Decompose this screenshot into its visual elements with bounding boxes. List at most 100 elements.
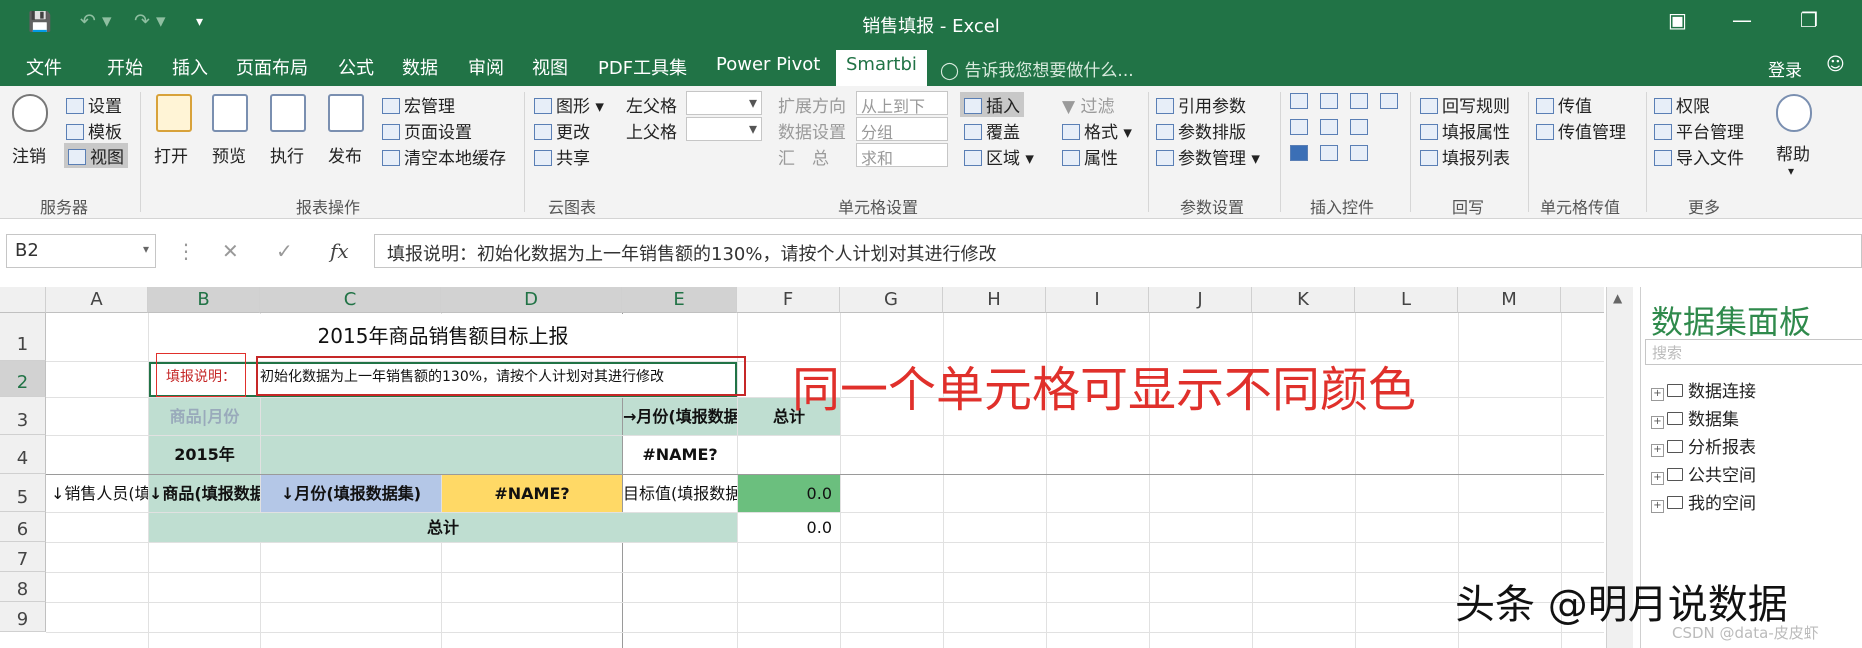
view-button[interactable]: 视图 [64,143,128,168]
column-header-l[interactable]: L [1355,287,1458,313]
insert-function-icon[interactable]: fx [330,239,349,263]
page-setup-button[interactable]: 页面设置 [382,118,472,143]
expand-icon[interactable]: + [1651,388,1664,401]
grand-total-label[interactable]: 总计 [149,513,737,542]
control-calendar-icon[interactable] [1350,92,1372,112]
template-button[interactable]: 模板 [66,118,122,143]
top-parent-select[interactable]: ▾ [686,117,762,141]
cover-mode-button[interactable]: 覆盖 [964,118,1020,143]
expand-icon[interactable]: + [1651,472,1664,485]
column-header-g[interactable]: G [840,287,943,313]
platform-manage-button[interactable]: 平台管理 [1654,118,1744,143]
row-header-7[interactable]: 7 [0,542,46,572]
property-button[interactable]: 属性 [1062,144,1118,169]
select-all-corner[interactable] [0,287,46,313]
permission-button[interactable]: 权限 [1654,92,1710,117]
chevron-down-icon[interactable]: ▾ [143,242,149,256]
tab-review[interactable]: 审阅 [468,54,504,80]
expand-icon[interactable]: + [1651,500,1664,513]
expand-icon[interactable]: + [1651,444,1664,457]
header-product-month[interactable]: 商品|月份 [149,398,260,435]
chevron-down-icon[interactable]: ▾ [1788,164,1794,178]
control-textbox-icon[interactable] [1290,92,1312,112]
filter-button[interactable]: ▼ 过滤 [1062,92,1114,117]
control-list-icon[interactable] [1380,92,1402,112]
tab-view[interactable]: 视图 [532,54,568,80]
macro-button[interactable]: 宏管理 [382,92,455,117]
control-text-icon[interactable] [1350,144,1372,164]
param-manage-button[interactable]: 参数管理 ▾ [1156,144,1260,169]
column-header-j[interactable]: J [1149,287,1252,313]
tab-home[interactable]: 开始 [107,54,143,80]
target-dataset-cell[interactable]: 目标值(填报数据集) [623,475,737,512]
change-button[interactable]: 更改 [534,118,590,143]
tree-item-dataset[interactable]: + 数据集 [1651,405,1739,430]
row-header-1[interactable]: 1 [0,313,46,361]
row-header-6[interactable]: 6 [0,512,46,542]
writeback-rules-button[interactable]: 回写规则 [1420,92,1510,117]
settings-button[interactable]: 设置 [66,92,122,117]
column-header-b[interactable]: B [148,287,260,313]
ribbon-display-options-icon[interactable]: ▣ [1668,8,1687,32]
pass-value-button[interactable]: 传值 [1536,92,1592,117]
area-button[interactable]: 区域 ▾ [964,144,1034,169]
panel-search-input[interactable]: 搜索 [1645,339,1862,365]
row-header-2[interactable]: 2 [0,361,46,397]
row-header-4[interactable]: 4 [0,435,46,474]
scroll-up-icon[interactable]: ▲ [1613,291,1622,305]
share-user-icon[interactable]: ☺ [1826,54,1845,75]
format-button[interactable]: 格式 ▾ [1062,118,1132,143]
data-setting-select[interactable]: 分组 [856,117,948,142]
name-error-d5[interactable]: #NAME? [442,475,622,512]
cancel-icon[interactable]: ✕ [222,239,239,263]
column-header-a[interactable]: A [46,287,148,313]
control-checkbox-icon[interactable] [1290,144,1312,164]
tab-power-pivot[interactable]: Power Pivot [716,54,820,75]
tree-item-data-connection[interactable]: + 数据连接 [1651,377,1756,402]
param-layout-button[interactable]: 参数排版 [1156,118,1246,143]
control-dropdown-icon[interactable] [1320,92,1342,112]
row-header-8[interactable]: 8 [0,572,46,602]
share-button[interactable]: 共享 [534,144,590,169]
control-panel-icon[interactable] [1350,118,1372,138]
expand-icon[interactable]: + [1651,416,1664,429]
tab-data[interactable]: 数据 [402,54,438,80]
tree-item-my-space[interactable]: + 我的空间 [1651,489,1756,514]
pass-value-manage-button[interactable]: 传值管理 [1536,118,1626,143]
execute-button[interactable]: 执行 [270,142,304,167]
tab-pdf-tools[interactable]: PDF工具集 [598,54,687,80]
help-button[interactable]: 帮助 [1776,140,1810,165]
worksheet-grid[interactable]: A B C D E F G H I J K L M 1 2 3 4 5 6 7 … [0,287,1604,648]
column-header-d[interactable]: D [441,287,622,313]
total-value-f5[interactable]: 0.0 [738,475,840,512]
restore-icon[interactable]: ❐ [1800,8,1818,32]
column-header-c[interactable]: C [260,287,441,313]
publish-button[interactable]: 发布 [328,142,362,167]
reference-param-button[interactable]: 引用参数 [1156,92,1246,117]
minimize-icon[interactable]: — [1732,8,1752,32]
column-header-m[interactable]: M [1458,287,1561,313]
year-cell[interactable]: 2015年 [149,436,260,474]
grand-total-value[interactable]: 0.0 [738,513,840,542]
chart-button[interactable]: 图形 ▾ [534,92,604,117]
column-header-k[interactable]: K [1252,287,1355,313]
preview-button[interactable]: 预览 [212,142,246,167]
import-file-button[interactable]: 导入文件 [1654,144,1744,169]
tree-item-public-space[interactable]: + 公共空间 [1651,461,1756,486]
login-link[interactable]: 登录 [1768,56,1802,81]
column-header-f[interactable]: F [737,287,840,313]
tree-item-analysis-report[interactable]: + 分析报表 [1651,433,1756,458]
row-header-5[interactable]: 5 [0,474,46,512]
name-box[interactable]: B2 ▾ [6,234,156,268]
month-dataset-cell[interactable]: ↓月份(填报数据集) [261,475,441,512]
column-header-e[interactable]: E [622,287,737,313]
tell-me-search[interactable]: ◯ 告诉我您想要做什么... [940,56,1134,81]
enter-icon[interactable]: ✓ [276,239,293,263]
control-table-icon[interactable] [1290,118,1312,138]
column-header-h[interactable]: H [943,287,1046,313]
fill-attributes-button[interactable]: 填报属性 [1420,118,1510,143]
product-dataset-cell[interactable]: ↓商品(填报数据集) [149,475,260,512]
salesperson-dataset-cell[interactable]: ↓销售人员(填报数据集) [47,475,148,512]
tab-page-layout[interactable]: 页面布局 [236,54,308,80]
row-header-9[interactable]: 9 [0,602,46,632]
